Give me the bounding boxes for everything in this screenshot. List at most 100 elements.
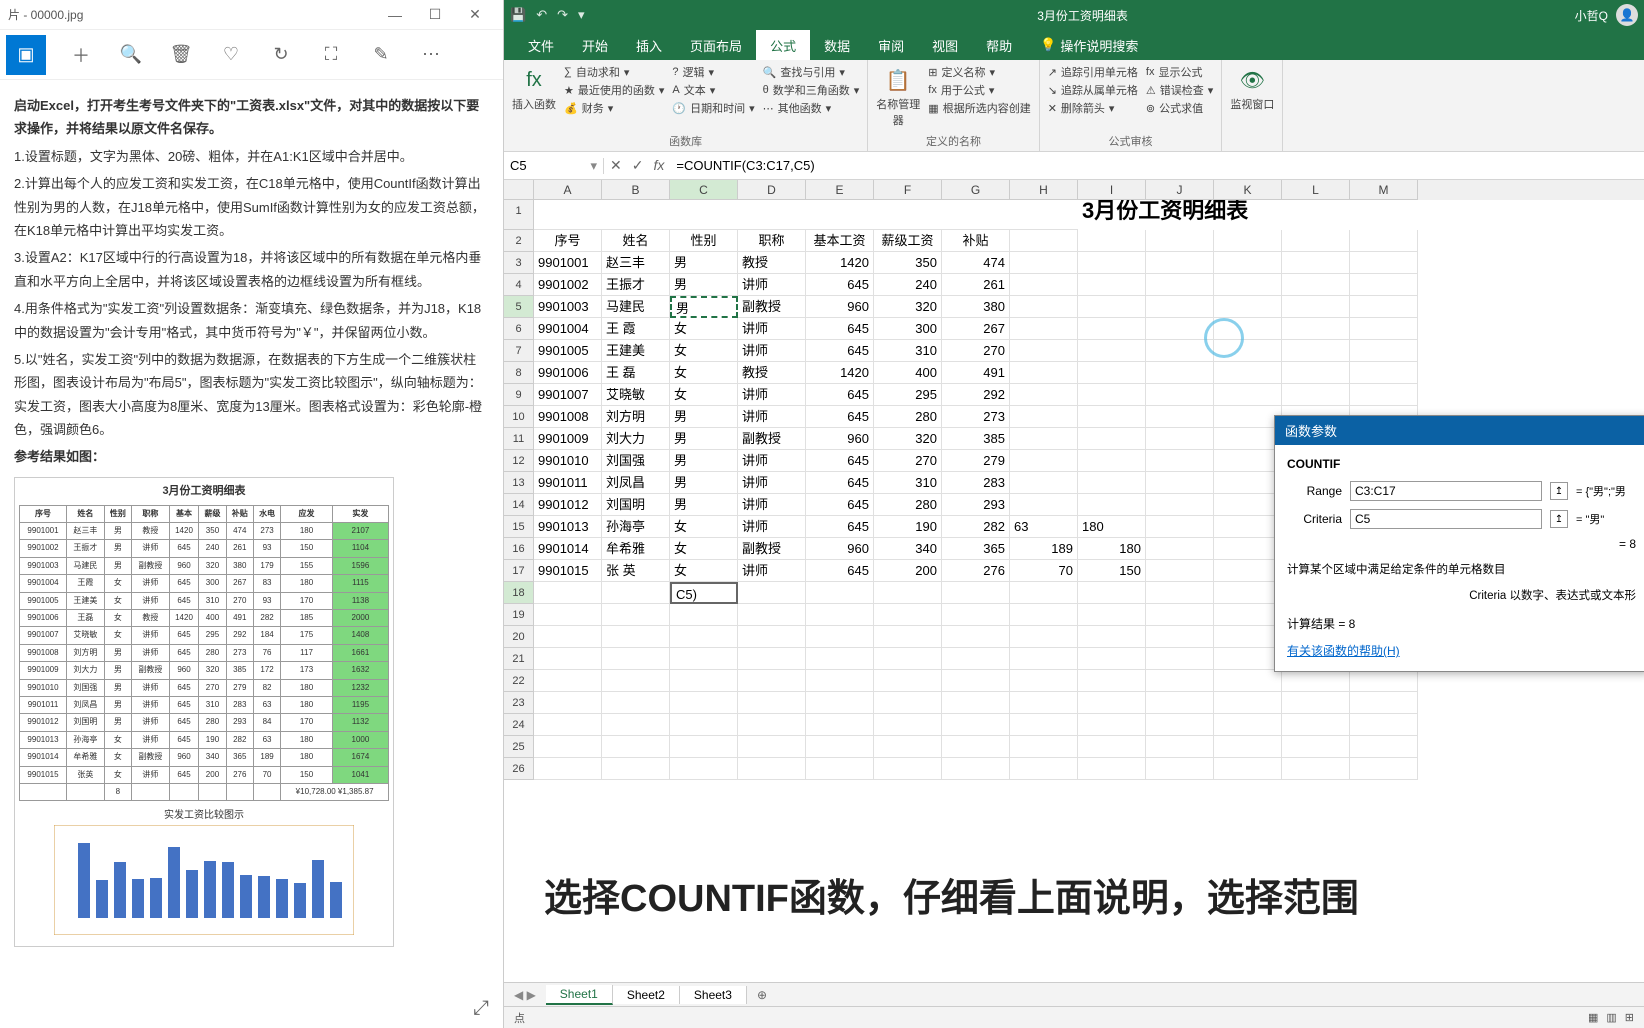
cell[interactable]: [1146, 604, 1214, 626]
cell[interactable]: [1214, 626, 1282, 648]
cell[interactable]: [670, 648, 738, 670]
cell[interactable]: [1146, 296, 1214, 318]
cell[interactable]: 340: [874, 538, 942, 560]
cell[interactable]: 职称: [738, 230, 806, 252]
cell[interactable]: [670, 692, 738, 714]
redo-icon[interactable]: ↷: [557, 7, 568, 23]
rotate-icon[interactable]: ↻: [256, 35, 306, 75]
cell[interactable]: [1214, 582, 1282, 604]
cell[interactable]: 9901014: [534, 538, 602, 560]
row-header[interactable]: 19: [504, 604, 534, 626]
cell[interactable]: [942, 626, 1010, 648]
cell[interactable]: [1146, 626, 1214, 648]
cell[interactable]: 70: [1010, 560, 1078, 582]
cell[interactable]: [534, 582, 602, 604]
tab-layout[interactable]: 页面布局: [676, 30, 756, 60]
row-header[interactable]: 13: [504, 472, 534, 494]
cell[interactable]: [942, 714, 1010, 736]
help-link[interactable]: 有关该函数的帮助(H): [1287, 644, 1400, 658]
maximize-button[interactable]: ☐: [415, 0, 455, 30]
cell[interactable]: [738, 670, 806, 692]
cell[interactable]: 293: [942, 494, 1010, 516]
sheet-tab-1[interactable]: Sheet1: [546, 985, 613, 1005]
date-button[interactable]: 🕐 日期和时间 ▾: [672, 100, 754, 116]
cell[interactable]: [1214, 736, 1282, 758]
cell[interactable]: 女: [670, 318, 738, 340]
cell[interactable]: 645: [806, 318, 874, 340]
cell[interactable]: [602, 670, 670, 692]
cell[interactable]: [806, 692, 874, 714]
cell[interactable]: [874, 670, 942, 692]
trace-dep-button[interactable]: ↘ 追踪从属单元格: [1048, 82, 1138, 98]
row-header[interactable]: 18: [504, 582, 534, 604]
cell[interactable]: 女: [670, 362, 738, 384]
cell[interactable]: 讲师: [738, 450, 806, 472]
cell[interactable]: 刘国明: [602, 494, 670, 516]
cell[interactable]: [1350, 384, 1418, 406]
cell[interactable]: 9901011: [534, 472, 602, 494]
row-header[interactable]: 23: [504, 692, 534, 714]
cell[interactable]: 261: [942, 274, 1010, 296]
cell[interactable]: 基本工资: [806, 230, 874, 252]
cell[interactable]: [738, 582, 806, 604]
cell[interactable]: [806, 626, 874, 648]
cell[interactable]: 320: [874, 428, 942, 450]
tab-view[interactable]: 视图: [918, 30, 972, 60]
cell[interactable]: [1214, 428, 1282, 450]
cell[interactable]: [534, 648, 602, 670]
financial-button[interactable]: 💰 财务 ▾: [564, 100, 664, 116]
zoom-icon[interactable]: 🔍: [106, 35, 156, 75]
cell[interactable]: [738, 758, 806, 780]
cell[interactable]: 王 霞: [602, 318, 670, 340]
select-all-button[interactable]: [504, 180, 534, 200]
cell[interactable]: [1214, 758, 1282, 780]
formula-input[interactable]: =COUNTIF(C3:C17,C5): [670, 158, 1644, 173]
cell[interactable]: 350: [874, 252, 942, 274]
cell[interactable]: [1010, 472, 1078, 494]
cell[interactable]: [1214, 516, 1282, 538]
row-header[interactable]: 22: [504, 670, 534, 692]
cell[interactable]: 9901002: [534, 274, 602, 296]
cell[interactable]: 282: [942, 516, 1010, 538]
cell[interactable]: [602, 626, 670, 648]
crop-icon[interactable]: ⛶: [306, 35, 356, 75]
cell[interactable]: 645: [806, 494, 874, 516]
cell[interactable]: [602, 736, 670, 758]
cell[interactable]: [1078, 604, 1146, 626]
cell[interactable]: [1010, 296, 1078, 318]
cell[interactable]: 283: [942, 472, 1010, 494]
cell[interactable]: [1350, 736, 1418, 758]
cell[interactable]: [1214, 450, 1282, 472]
cell[interactable]: [1010, 604, 1078, 626]
row-header[interactable]: 7: [504, 340, 534, 362]
enter-icon[interactable]: ✓: [632, 157, 644, 174]
cell[interactable]: 男: [670, 406, 738, 428]
cell[interactable]: [602, 604, 670, 626]
cell[interactable]: 240: [874, 274, 942, 296]
cell[interactable]: 279: [942, 450, 1010, 472]
cell[interactable]: 280: [874, 406, 942, 428]
cell[interactable]: 赵三丰: [602, 252, 670, 274]
cell[interactable]: [1146, 472, 1214, 494]
tab-formulas[interactable]: 公式: [756, 30, 810, 60]
favorite-icon[interactable]: ♡: [206, 35, 256, 75]
col-D[interactable]: D: [738, 180, 806, 200]
name-box[interactable]: C5 ▾: [504, 158, 604, 174]
cell[interactable]: [1146, 230, 1214, 252]
cell[interactable]: 9901003: [534, 296, 602, 318]
cell[interactable]: 9901006: [534, 362, 602, 384]
row-header[interactable]: 24: [504, 714, 534, 736]
name-manager-button[interactable]: 📋名称管理器: [876, 64, 920, 128]
cell[interactable]: 150: [1078, 560, 1146, 582]
cell[interactable]: [1214, 538, 1282, 560]
cell[interactable]: 讲师: [738, 560, 806, 582]
math-button[interactable]: θ 数学和三角函数 ▾: [763, 82, 860, 98]
cell[interactable]: [1010, 736, 1078, 758]
col-F[interactable]: F: [874, 180, 942, 200]
row-header[interactable]: 10: [504, 406, 534, 428]
cell[interactable]: 刘方明: [602, 406, 670, 428]
tab-review[interactable]: 审阅: [864, 30, 918, 60]
cell[interactable]: [1282, 692, 1350, 714]
col-A[interactable]: A: [534, 180, 602, 200]
cell[interactable]: [942, 692, 1010, 714]
